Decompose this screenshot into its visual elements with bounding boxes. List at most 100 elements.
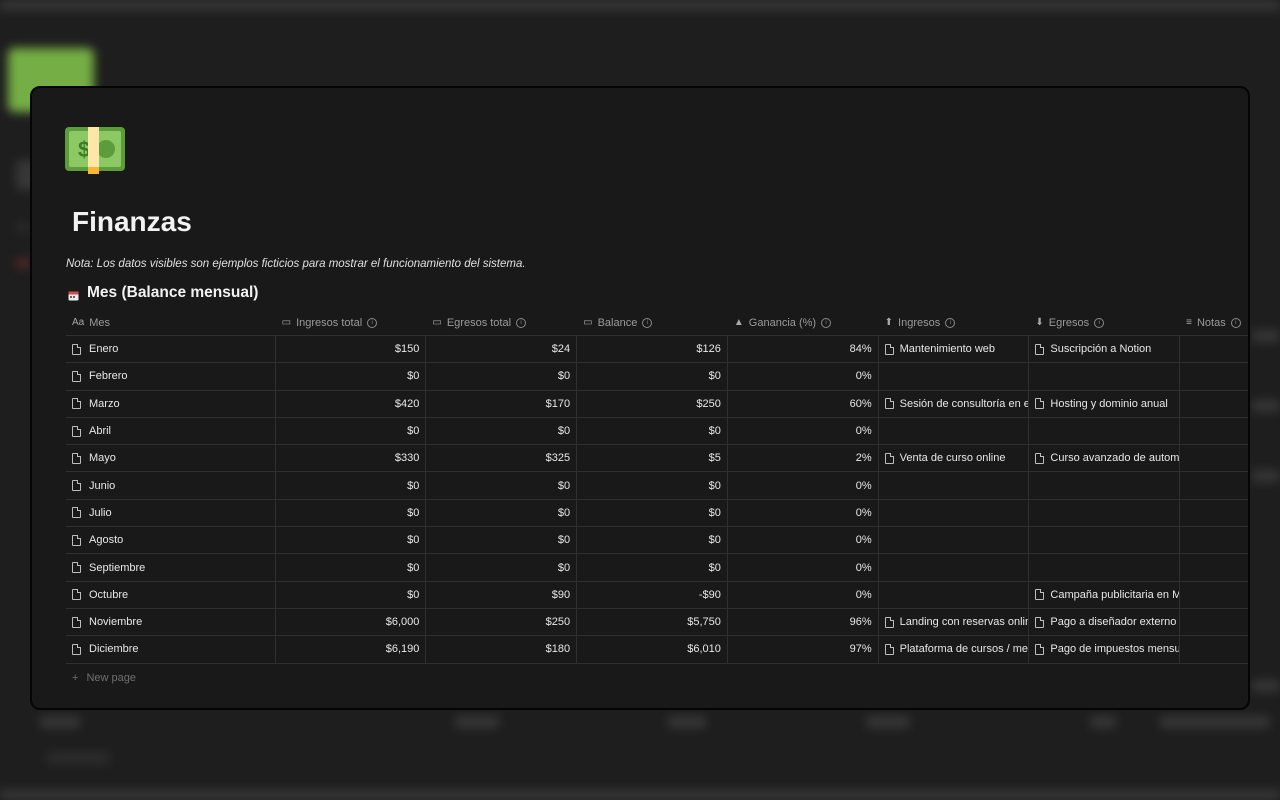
cell-ingresos-total[interactable]: $0 (276, 417, 427, 445)
relation-link[interactable]: Plataforma de cursos / mem (900, 643, 1029, 655)
relation-link[interactable]: Venta de curso online (900, 452, 1006, 464)
cell-egresos-total[interactable]: $0 (426, 417, 578, 445)
column-header-balance[interactable]: ▭ Balance i (577, 310, 728, 335)
cell-ingresos-total[interactable]: $6,000 (276, 608, 427, 636)
cell-mes[interactable]: Agosto (66, 527, 276, 554)
cell-ingresos[interactable] (879, 472, 1030, 499)
cell-ingresos[interactable]: Sesión de consultoría en es (879, 390, 1030, 417)
cell-ganancia[interactable]: 96% (728, 608, 879, 636)
cell-egresos-total[interactable]: $90 (426, 581, 578, 608)
cell-balance[interactable]: $250 (577, 390, 728, 417)
info-icon[interactable]: i (642, 317, 653, 328)
cell-mes[interactable]: Noviembre (66, 608, 276, 636)
cell-ingresos[interactable] (879, 417, 1030, 445)
cell-egresos[interactable] (1029, 554, 1181, 581)
cell-ingresos-total[interactable]: $150 (276, 336, 427, 363)
cell-ganancia[interactable]: 60% (728, 390, 879, 417)
cell-egresos[interactable]: Hosting y dominio anual (1029, 390, 1181, 417)
cell-notas[interactable] (1180, 445, 1248, 471)
cell-notas[interactable] (1180, 609, 1248, 635)
column-header-egresos[interactable]: ⬇ Egresos i (1029, 310, 1180, 335)
table-row[interactable]: Agosto $0 $0 $0 0% (66, 527, 1248, 555)
table-row[interactable]: Enero $150 $24 $126 84% Mantenimiento web Susc… (66, 336, 1248, 364)
cell-ganancia[interactable]: 2% (728, 445, 879, 472)
database-title[interactable]: Mes (Balance mensual) (68, 284, 258, 302)
cell-balance[interactable]: $5 (577, 445, 728, 472)
relation-link[interactable]: Hosting y dominio anual (1050, 398, 1167, 410)
cell-egresos-total[interactable]: $325 (426, 445, 578, 472)
cell-ingresos[interactable]: Mantenimiento web (879, 336, 1030, 363)
cell-egresos[interactable]: Curso avanzado de automa (1029, 445, 1181, 472)
cell-ingresos[interactable]: Venta de curso online (879, 445, 1030, 472)
cell-ganancia[interactable]: 0% (728, 472, 879, 499)
cell-ingresos[interactable] (879, 554, 1030, 581)
table-row[interactable]: Junio $0 $0 $0 0% (66, 472, 1248, 500)
cell-mes[interactable]: Enero (66, 336, 276, 363)
info-icon[interactable]: i (821, 317, 832, 328)
cell-ganancia[interactable]: 0% (728, 363, 879, 390)
table-row[interactable]: Octubre $0 $90 -$90 0% Campaña publicitaria e… (66, 581, 1248, 609)
relation-link[interactable]: Suscripción a Notion (1050, 343, 1151, 355)
info-icon[interactable]: i (945, 317, 956, 328)
relation-link[interactable]: Mantenimiento web (900, 343, 995, 355)
cell-ingresos[interactable] (879, 581, 1030, 608)
info-icon[interactable]: i (516, 317, 527, 328)
relation-link[interactable]: Sesión de consultoría en es (900, 398, 1029, 410)
cell-notas[interactable] (1180, 336, 1248, 362)
column-header-ganancia[interactable]: ▲ Ganancia (%) i (728, 310, 879, 335)
cell-ingresos-total[interactable]: $0 (276, 472, 427, 499)
cell-ingresos-total[interactable]: $330 (276, 445, 427, 472)
cell-balance[interactable]: $6,010 (577, 636, 728, 663)
cell-balance[interactable]: -$90 (577, 581, 728, 608)
column-header-ingresos-total[interactable]: ▭ Ingresos total i (276, 310, 427, 335)
cell-ingresos-total[interactable]: $0 (276, 499, 427, 527)
cell-egresos-total[interactable]: $0 (426, 472, 578, 499)
cell-egresos-total[interactable]: $0 (426, 554, 578, 581)
cell-egresos-total[interactable]: $24 (426, 336, 578, 363)
cell-mes[interactable]: Junio (66, 472, 276, 499)
cell-ingresos-total[interactable]: $0 (276, 554, 427, 581)
cell-ganancia[interactable]: 0% (728, 499, 879, 527)
table-row[interactable]: Mayo $330 $325 $5 2% Venta de curso online Cur… (66, 445, 1248, 473)
relation-link[interactable]: Curso avanzado de automa (1050, 452, 1179, 464)
relation-link[interactable]: Pago a diseñador externo (1050, 616, 1176, 628)
cell-notas[interactable] (1180, 363, 1248, 389)
cell-ingresos-total[interactable]: $0 (276, 527, 427, 554)
cell-egresos[interactable]: Pago a diseñador externo (1029, 608, 1181, 636)
cell-egresos-total[interactable]: $0 (426, 527, 578, 554)
cell-notas[interactable] (1180, 582, 1248, 608)
cell-mes[interactable]: Abril (66, 417, 276, 445)
cell-notas[interactable] (1180, 554, 1248, 580)
table-row[interactable]: Julio $0 $0 $0 0% (66, 499, 1248, 528)
cell-notas[interactable] (1180, 472, 1248, 498)
relation-link[interactable]: Pago de impuestos mensua (1050, 643, 1179, 655)
cell-mes[interactable]: Febrero (66, 363, 276, 390)
cell-egresos[interactable] (1029, 417, 1181, 445)
table-row[interactable]: Septiembre $0 $0 $0 0% (66, 554, 1248, 582)
cell-ingresos[interactable] (879, 363, 1030, 390)
info-icon[interactable]: i (1094, 317, 1105, 328)
cell-ganancia[interactable]: 84% (728, 336, 879, 363)
cell-notas[interactable] (1180, 500, 1248, 526)
column-header-mes[interactable]: Aa Mes (66, 310, 276, 335)
table-row[interactable]: Abril $0 $0 $0 0% (66, 417, 1248, 446)
cell-ganancia[interactable]: 0% (728, 581, 879, 608)
cell-ingresos[interactable]: Landing con reservas online (879, 608, 1030, 636)
cell-egresos[interactable] (1029, 472, 1181, 499)
column-header-egresos-total[interactable]: ▭ Egresos total i (426, 310, 577, 335)
cell-balance[interactable]: $0 (577, 527, 728, 554)
cell-balance[interactable]: $0 (577, 499, 728, 527)
cell-mes[interactable]: Marzo (66, 390, 276, 417)
cell-egresos-total[interactable]: $170 (426, 390, 578, 417)
cell-notas[interactable] (1180, 391, 1248, 417)
cell-egresos-total[interactable]: $250 (426, 608, 578, 636)
cell-mes[interactable]: Mayo (66, 445, 276, 472)
table-row[interactable]: Diciembre $6,190 $180 $6,010 97% Plataforma d… (66, 636, 1248, 664)
cell-egresos[interactable]: Campaña publicitaria en M (1029, 581, 1181, 608)
cell-ingresos-total[interactable]: $0 (276, 581, 427, 608)
cell-notas[interactable] (1180, 418, 1248, 444)
cell-ganancia[interactable]: 0% (728, 554, 879, 581)
cell-balance[interactable]: $0 (577, 417, 728, 445)
cell-mes[interactable]: Julio (66, 499, 276, 527)
cell-notas[interactable] (1180, 527, 1248, 553)
